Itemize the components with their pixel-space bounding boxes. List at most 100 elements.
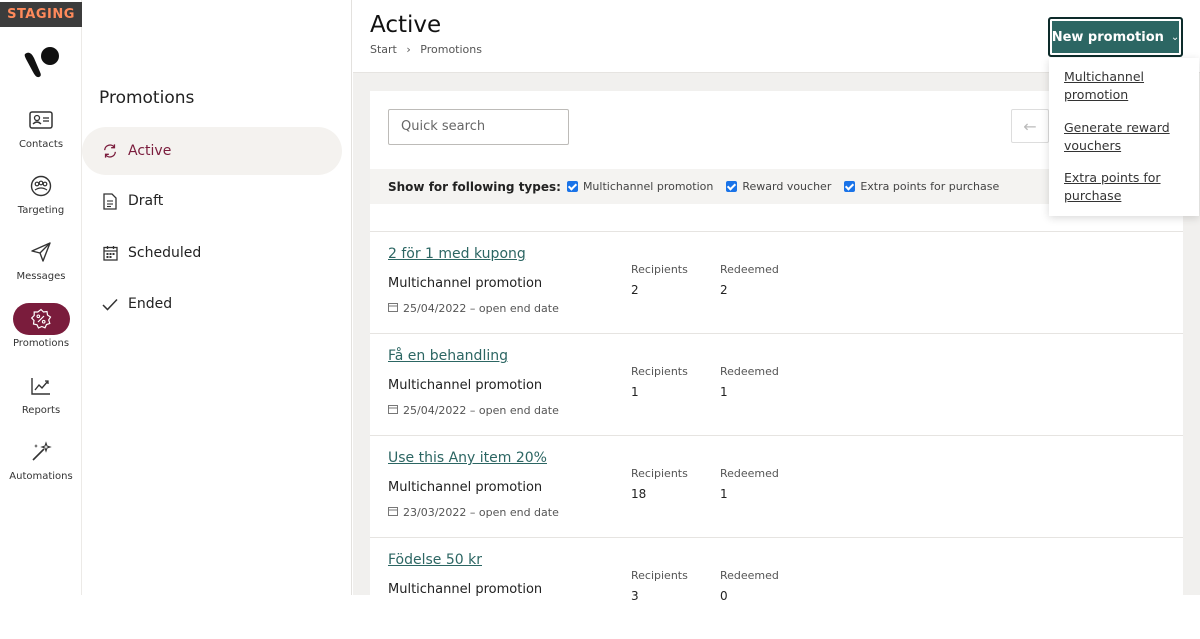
menu-item-line: Extra points for [1064,170,1161,185]
new-promotion-menu: Multichannel promotion Generate reward v… [1049,58,1199,216]
menu-item-line: Multichannel [1064,69,1145,84]
rail-label: Promotions [12,338,70,349]
new-promotion-label: New promotion [1051,29,1164,45]
rail-label: Messages [16,271,66,282]
new-promotion-button[interactable]: New promotion ⌄ [1048,17,1183,57]
audience-icon [13,170,70,202]
recipients-label: Recipients [631,263,688,276]
check-icon [102,296,118,312]
recipients-value: 3 [631,589,639,603]
redeemed-value: 0 [720,589,728,603]
menu-item-multichannel-promotion[interactable]: Multichannel promotion [1064,68,1192,104]
subnav-item-draft[interactable]: Draft [82,177,342,225]
breadcrumb: Start › Promotions [370,43,488,56]
calendar-icon [388,302,398,315]
promotion-date-text: 23/03/2022 – open end date [403,506,559,519]
subnav-label: Active [128,143,172,159]
menu-item-generate-reward-vouchers[interactable]: Generate reward vouchers [1064,119,1192,155]
promotion-type: Multichannel promotion [388,276,543,291]
recipients-value: 2 [631,283,639,297]
promotion-row: 2 för 1 med kupong Multichannel promotio… [370,231,1183,333]
rail-label: Reports [21,405,61,416]
promotion-type: Multichannel promotion [388,378,543,393]
subnav-item-active[interactable]: Active [82,127,342,175]
rail-item-promotions[interactable]: Promotions [0,303,82,349]
promotion-date-text: 25/04/2022 – open end date [403,404,559,417]
chart-line-icon [13,370,70,402]
breadcrumb-start[interactable]: Start [370,43,397,56]
subnav-label: Draft [128,193,164,209]
calendar-icon [388,404,398,417]
menu-item-line: purchase [1064,188,1122,203]
filter-extra-points-checkbox[interactable]: Extra points for purchase [844,180,999,193]
redeemed-label: Redeemed [720,263,779,276]
magic-wand-icon [13,436,70,468]
staging-badge: STAGING [0,2,82,27]
rail-item-contacts[interactable]: Contacts [0,104,82,150]
promotion-row: Födelse 50 kr Multichannel promotion Rec… [370,537,1183,639]
promotion-row: Få en behandling Multichannel promotion … [370,333,1183,435]
checkbox-checked-icon [844,181,856,192]
redeemed-label: Redeemed [720,365,779,378]
refresh-icon [102,143,118,159]
redeemed-value: 2 [720,283,728,297]
rail-item-automations[interactable]: Automations [0,436,82,482]
subnav-label: Scheduled [128,245,202,261]
app-logo[interactable] [22,44,62,80]
subnav-item-ended[interactable]: Ended [82,280,342,328]
checkbox-checked-icon [566,181,578,192]
filter-reward-voucher-checkbox[interactable]: Reward voucher [726,180,831,193]
filter-multichannel-checkbox[interactable]: Multichannel promotion [566,180,714,193]
breadcrumb-promotions[interactable]: Promotions [420,43,482,56]
rail-label: Targeting [17,205,65,216]
subnav-label: Ended [128,296,173,312]
promotion-title-link[interactable]: Födelse 50 kr [388,552,482,568]
promotion-date: 25/04/2022 – open end date [388,404,559,417]
promotion-title-link[interactable]: Use this Any item 20% [388,450,547,466]
promotion-date-text: 25/04/2022 – open end date [403,302,559,315]
app-rail: STAGING Contacts Targeting Messages Prom… [0,0,82,595]
percent-badge-icon [12,303,70,335]
filters-label: Show for following types: [388,179,561,194]
redeemed-value: 1 [720,385,728,399]
contact-card-icon [13,104,70,136]
menu-item-extra-points-for-purchase[interactable]: Extra points for purchase [1064,169,1192,205]
redeemed-label: Redeemed [720,569,779,582]
redeemed-label: Redeemed [720,467,779,480]
recipients-label: Recipients [631,569,688,582]
filter-label: Reward voucher [742,180,832,193]
recipients-label: Recipients [631,467,688,480]
checkbox-checked-icon [726,181,738,192]
calendar-icon [102,245,118,261]
calendar-icon [388,506,398,519]
document-icon [102,192,118,210]
recipients-value: 18 [631,487,647,501]
page-title: Active [370,12,442,38]
paper-plane-icon [13,236,70,268]
menu-item-line: Generate reward [1064,120,1170,135]
subnav-title: Promotions [99,88,195,108]
menu-item-line: vouchers [1064,138,1122,153]
subnav-item-scheduled[interactable]: Scheduled [82,229,342,277]
promotion-title-link[interactable]: 2 för 1 med kupong [388,246,526,262]
redeemed-value: 1 [720,487,728,501]
filter-label: Extra points for purchase [860,180,1000,193]
rail-item-messages[interactable]: Messages [0,236,82,282]
chevron-down-icon: ⌄ [1170,31,1180,43]
breadcrumb-separator-icon: › [406,43,411,56]
rail-item-targeting[interactable]: Targeting [0,170,82,216]
promotions-subnav: Promotions Active Draft Scheduled Ended [82,0,352,595]
recipients-label: Recipients [631,365,688,378]
promotion-date: 23/03/2022 – open end date [388,506,559,519]
rail-item-reports[interactable]: Reports [0,370,82,416]
promotion-type: Multichannel promotion [388,480,543,495]
promotion-date: 25/04/2022 – open end date [388,302,559,315]
menu-item-line: promotion [1064,87,1129,102]
promotion-row: Use this Any item 20% Multichannel promo… [370,435,1183,537]
arrow-left-icon[interactable]: ← [1011,109,1049,143]
recipients-value: 1 [631,385,639,399]
filter-label: Multichannel promotion [582,180,714,193]
rail-label: Contacts [18,139,64,150]
quick-search-input[interactable]: Quick search [388,109,569,145]
promotion-title-link[interactable]: Få en behandling [388,348,508,364]
